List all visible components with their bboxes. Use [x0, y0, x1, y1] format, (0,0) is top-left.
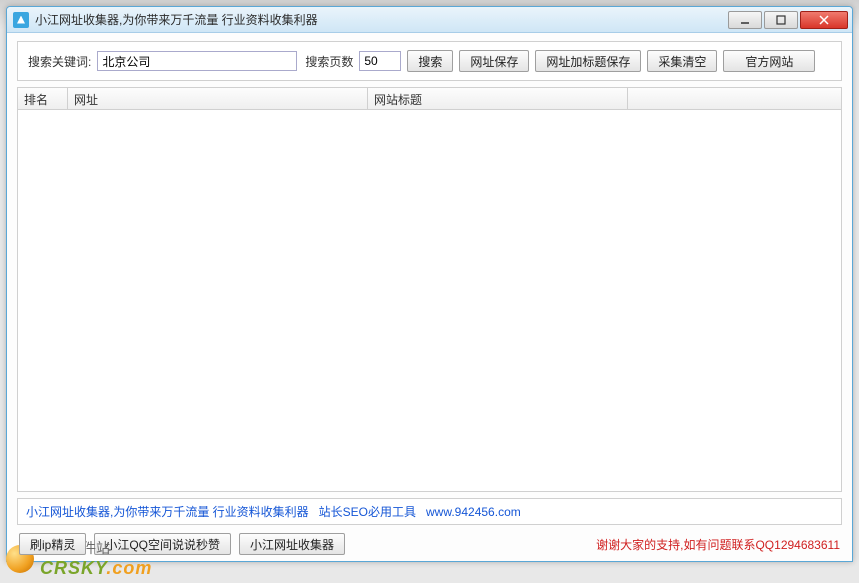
bottom-row: 刷ip精灵 小江QQ空间说说秒赞 小江网址收集器 谢谢大家的支持,如有问题联系Q… [17, 531, 842, 555]
col-rank[interactable]: 排名 [18, 88, 68, 109]
footer-panel: 小江网址收集器,为你带来万千流量 行业资料收集利器 站长SEO必用工具 www.… [17, 498, 842, 525]
keyword-label: 搜索关键词: [28, 53, 91, 70]
collector-button[interactable]: 小江网址收集器 [239, 533, 345, 555]
keyword-input[interactable] [97, 51, 297, 71]
search-panel: 搜索关键词: 搜索页数 搜索 网址保存 网址加标题保存 采集清空 官方网站 [17, 41, 842, 81]
close-button[interactable] [800, 11, 848, 29]
save-url-title-button[interactable]: 网址加标题保存 [535, 50, 641, 72]
table-body[interactable] [18, 110, 841, 491]
save-url-button[interactable]: 网址保存 [459, 50, 529, 72]
pages-label: 搜索页数 [305, 53, 353, 70]
table-header: 排名 网址 网站标题 [18, 88, 841, 110]
support-text: 谢谢大家的支持,如有问题联系QQ1294683611 [596, 536, 840, 553]
col-filler [628, 88, 841, 109]
footer-text-2: 站长SEO必用工具 [319, 503, 416, 520]
minimize-button[interactable] [728, 11, 762, 29]
official-site-button[interactable]: 官方网站 [723, 50, 815, 72]
maximize-button[interactable] [764, 11, 798, 29]
search-button[interactable]: 搜索 [407, 50, 453, 72]
footer-link[interactable]: www.942456.com [426, 505, 521, 519]
col-title[interactable]: 网站标题 [368, 88, 628, 109]
footer-text-1: 小江网址收集器,为你带来万千流量 行业资料收集利器 [26, 503, 309, 520]
app-icon [13, 12, 29, 28]
titlebar[interactable]: 小江网址收集器,为你带来万千流量 行业资料收集利器 [7, 7, 852, 33]
col-url[interactable]: 网址 [68, 88, 368, 109]
results-table: 排名 网址 网站标题 [17, 87, 842, 492]
clear-button[interactable]: 采集清空 [647, 50, 717, 72]
app-window: 小江网址收集器,为你带来万千流量 行业资料收集利器 搜索关键词: 搜索页数 搜索… [6, 6, 853, 562]
window-title: 小江网址收集器,为你带来万千流量 行业资料收集利器 [35, 11, 726, 28]
pages-input[interactable] [359, 51, 401, 71]
qq-like-button[interactable]: 小江QQ空间说说秒赞 [94, 533, 231, 555]
ip-wizard-button[interactable]: 刷ip精灵 [19, 533, 86, 555]
